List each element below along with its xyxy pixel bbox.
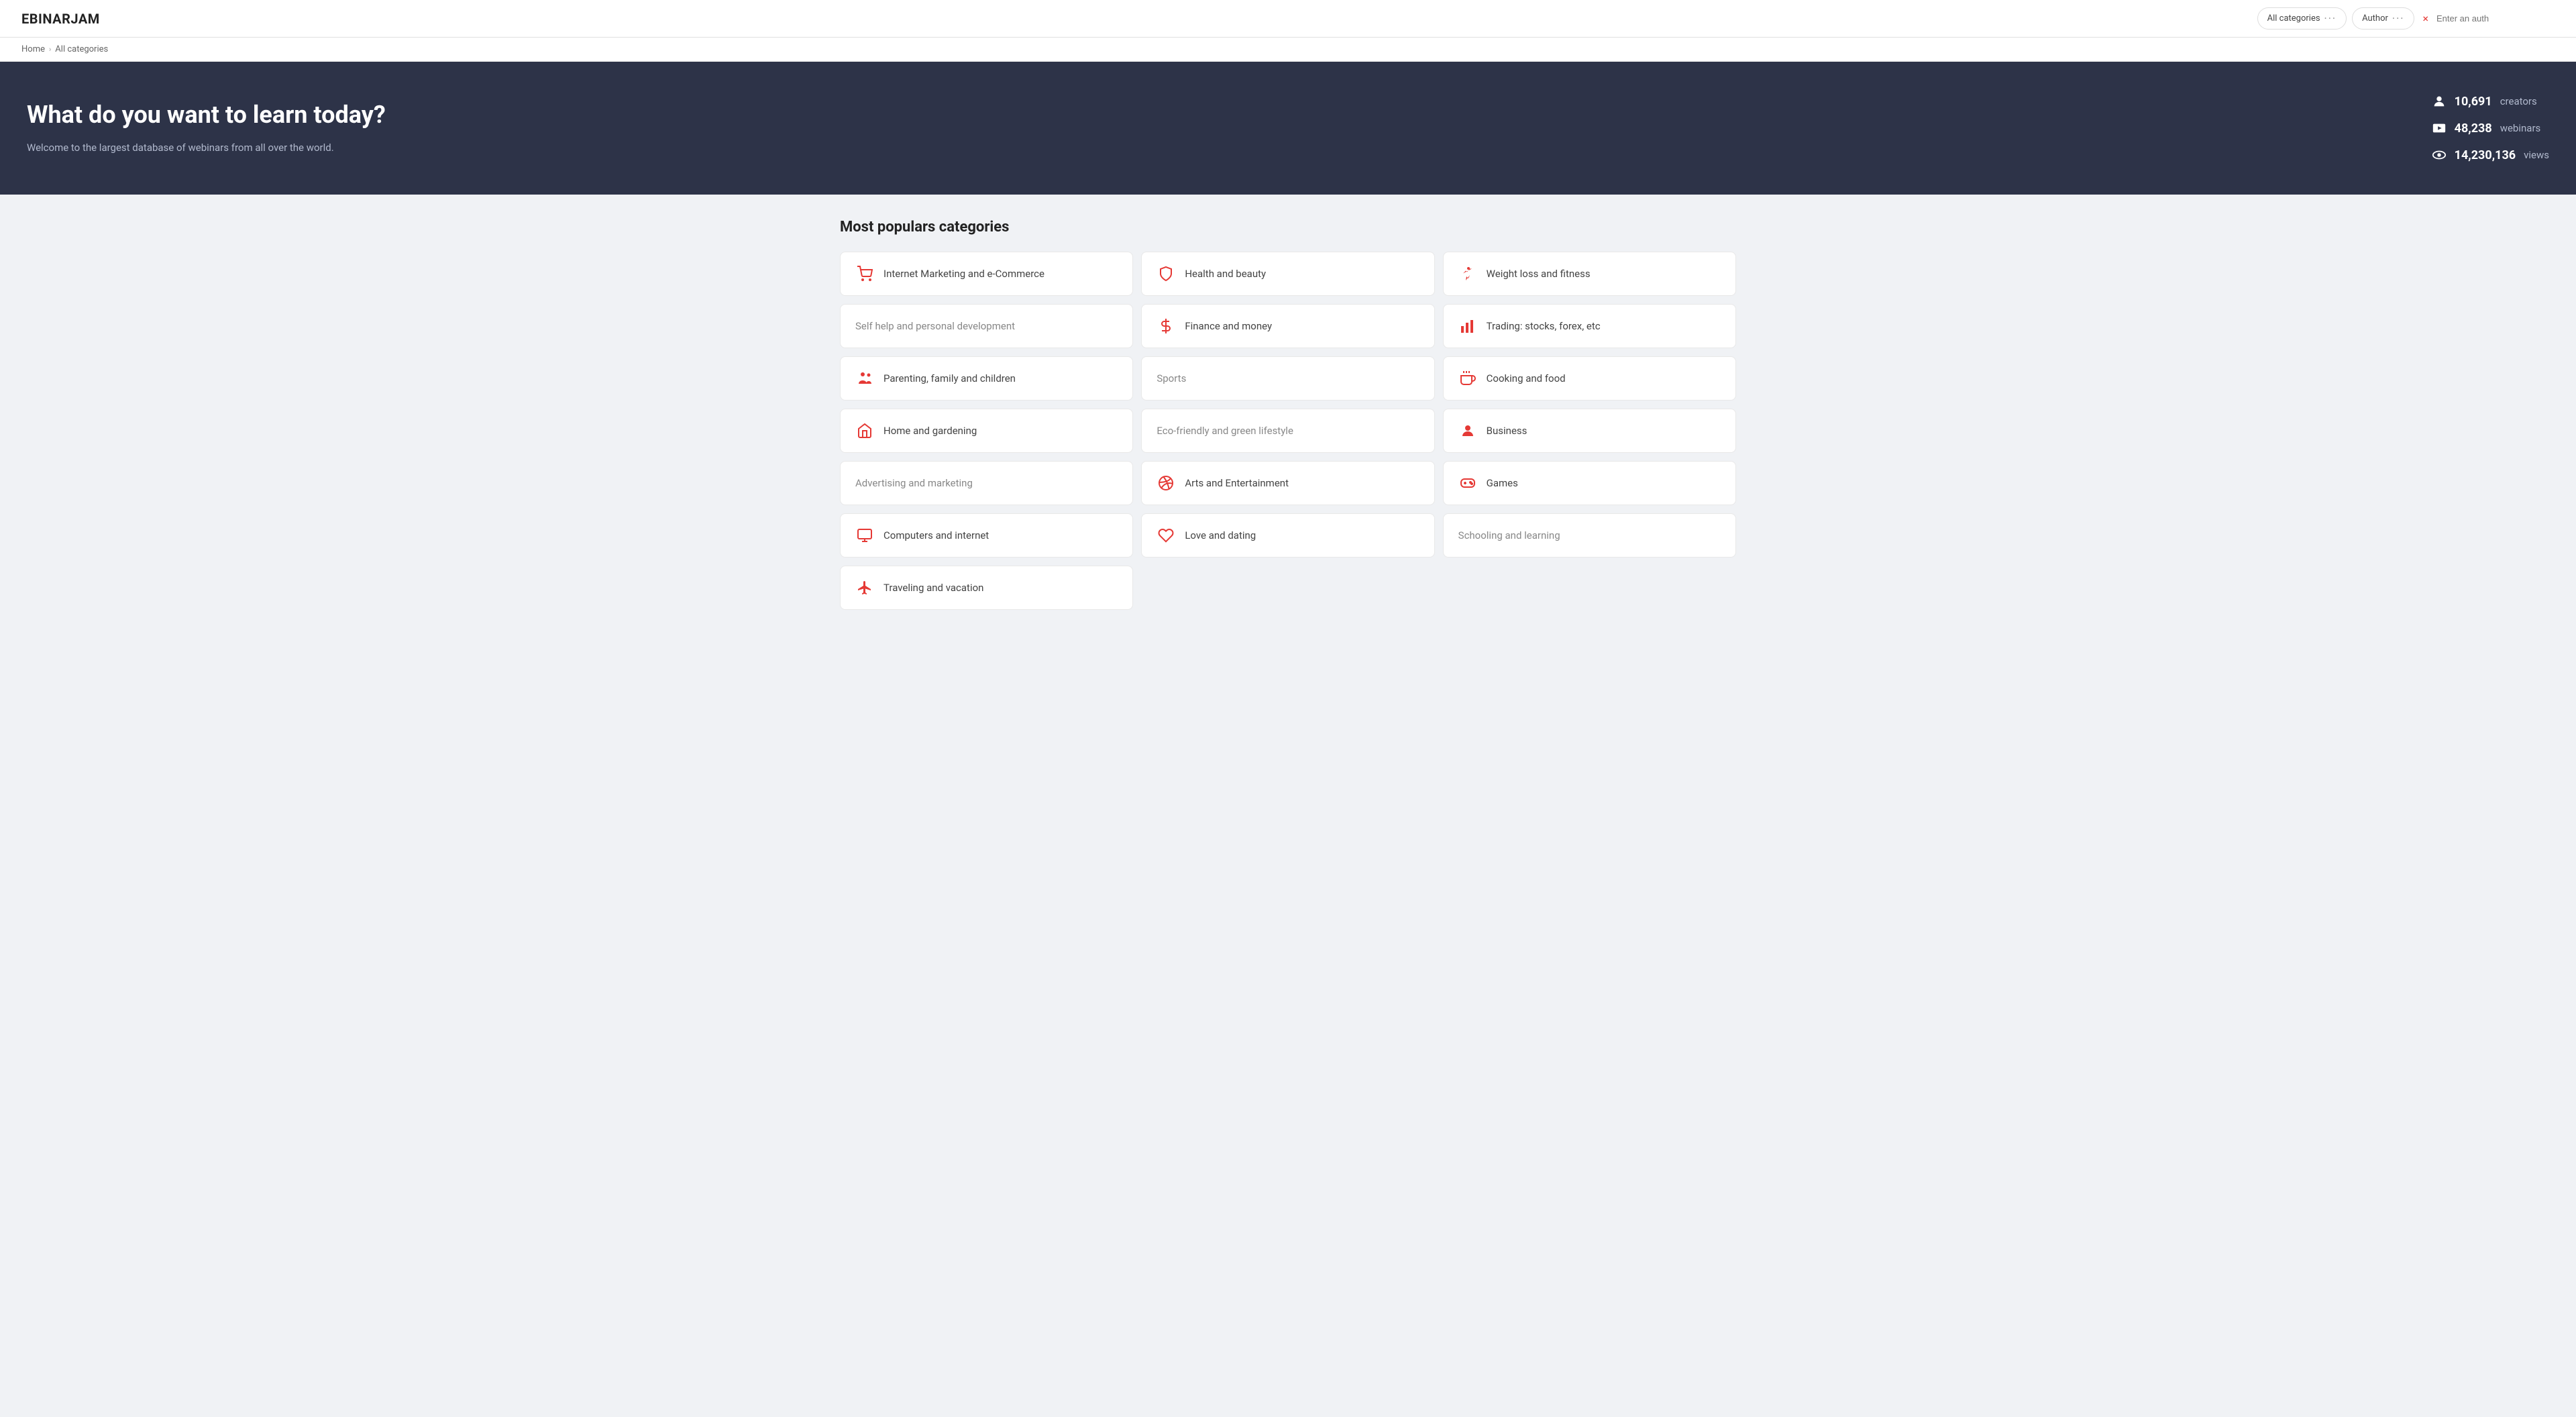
category-label: Love and dating [1185, 529, 1256, 541]
category-card[interactable]: Weight loss and fitness [1443, 252, 1736, 296]
category-label: Sports [1157, 372, 1186, 384]
category-label: Home and gardening [883, 425, 977, 437]
category-card[interactable]: Love and dating [1141, 513, 1434, 558]
category-label: Advertising and marketing [855, 477, 973, 489]
category-filter[interactable]: All categories ··· [2257, 7, 2347, 30]
house-icon [855, 421, 874, 440]
category-filter-dots: ··· [2324, 12, 2337, 25]
category-label: Computers and internet [883, 529, 989, 541]
views-number: 14,230,136 [2455, 148, 2516, 162]
views-icon [2432, 148, 2447, 162]
breadcrumb-current: All categories [55, 44, 108, 54]
business-icon [1458, 421, 1477, 440]
hero-section: What do you want to learn today? Welcome… [0, 62, 2576, 195]
stat-creators: 10,691 creators [2432, 94, 2549, 109]
category-label: Trading: stocks, forex, etc [1487, 320, 1601, 332]
hero-subtitle: Welcome to the largest database of webin… [27, 140, 386, 156]
travel-icon [855, 578, 874, 597]
run-icon [1458, 264, 1477, 283]
category-card[interactable]: Internet Marketing and e-Commerce [840, 252, 1133, 296]
games-icon [1458, 474, 1477, 492]
cart-icon [855, 264, 874, 283]
category-label: Eco-friendly and green lifestyle [1157, 425, 1293, 437]
category-label: Parenting, family and children [883, 372, 1016, 384]
computer-icon [855, 526, 874, 545]
arts-icon [1157, 474, 1175, 492]
category-card[interactable]: Sports [1141, 356, 1434, 401]
breadcrumb-sep: › [49, 45, 51, 54]
category-grid: Internet Marketing and e-Commerce Health … [840, 252, 1736, 610]
category-label: Games [1487, 477, 1518, 489]
category-card[interactable]: Schooling and learning [1443, 513, 1736, 558]
creators-label: creators [2500, 95, 2537, 107]
author-filter-label: Author [2362, 13, 2388, 23]
category-label: Finance and money [1185, 320, 1272, 332]
category-card[interactable]: Cooking and food [1443, 356, 1736, 401]
category-label: Traveling and vacation [883, 582, 983, 594]
heart-icon [1157, 526, 1175, 545]
webinars-label: webinars [2500, 122, 2541, 134]
category-label: Schooling and learning [1458, 529, 1560, 541]
header-controls: All categories ··· Author ··· × [2257, 7, 2555, 30]
dollar-icon [1157, 317, 1175, 335]
category-label: Health and beauty [1185, 268, 1266, 280]
stat-views: 14,230,136 views [2432, 148, 2549, 162]
breadcrumb: Home › All categories [0, 38, 2576, 62]
category-card[interactable]: Computers and internet [840, 513, 1133, 558]
food-icon [1458, 369, 1477, 388]
creators-number: 10,691 [2455, 95, 2492, 109]
stat-webinars: 48,238 webinars [2432, 121, 2549, 136]
category-label: Cooking and food [1487, 372, 1566, 384]
author-filter[interactable]: Author ··· [2352, 7, 2414, 30]
category-card[interactable]: Eco-friendly and green lifestyle [1141, 409, 1434, 453]
hero-title: What do you want to learn today? [27, 101, 386, 129]
family-icon [855, 369, 874, 388]
hero-stats: 10,691 creators 48,238 webinars 14,230,1… [2432, 94, 2549, 162]
author-input[interactable] [2436, 13, 2555, 23]
creators-icon [2432, 94, 2447, 109]
category-label: Self help and personal development [855, 320, 1015, 332]
section-title: Most populars categories [840, 219, 1736, 235]
category-label: Business [1487, 425, 1527, 437]
views-label: views [2524, 149, 2549, 161]
category-card[interactable]: Self help and personal development [840, 304, 1133, 348]
category-card[interactable]: Business [1443, 409, 1736, 453]
category-label: Weight loss and fitness [1487, 268, 1591, 280]
webinars-icon [2432, 121, 2447, 136]
category-label: Internet Marketing and e-Commerce [883, 268, 1044, 280]
logo: EBINARJAM [21, 11, 100, 27]
category-card[interactable]: Advertising and marketing [840, 461, 1133, 505]
main-content: Most populars categories Internet Market… [818, 195, 1758, 634]
webinars-number: 48,238 [2455, 121, 2492, 136]
author-filter-dots: ··· [2392, 12, 2405, 25]
category-filter-label: All categories [2267, 13, 2320, 23]
header: EBINARJAM All categories ··· Author ··· … [0, 0, 2576, 38]
hero-left: What do you want to learn today? Welcome… [27, 101, 386, 156]
category-card[interactable]: Games [1443, 461, 1736, 505]
breadcrumb-home[interactable]: Home [21, 44, 45, 54]
category-card[interactable]: Health and beauty [1141, 252, 1434, 296]
category-card[interactable]: Trading: stocks, forex, etc [1443, 304, 1736, 348]
category-card[interactable]: Arts and Entertainment [1141, 461, 1434, 505]
category-card[interactable]: Home and gardening [840, 409, 1133, 453]
category-card[interactable]: Traveling and vacation [840, 566, 1133, 610]
category-label: Arts and Entertainment [1185, 477, 1289, 489]
category-card[interactable]: Parenting, family and children [840, 356, 1133, 401]
chart-icon [1458, 317, 1477, 335]
category-card[interactable]: Finance and money [1141, 304, 1434, 348]
filter-close-button[interactable]: × [2422, 12, 2428, 25]
shield-icon [1157, 264, 1175, 283]
